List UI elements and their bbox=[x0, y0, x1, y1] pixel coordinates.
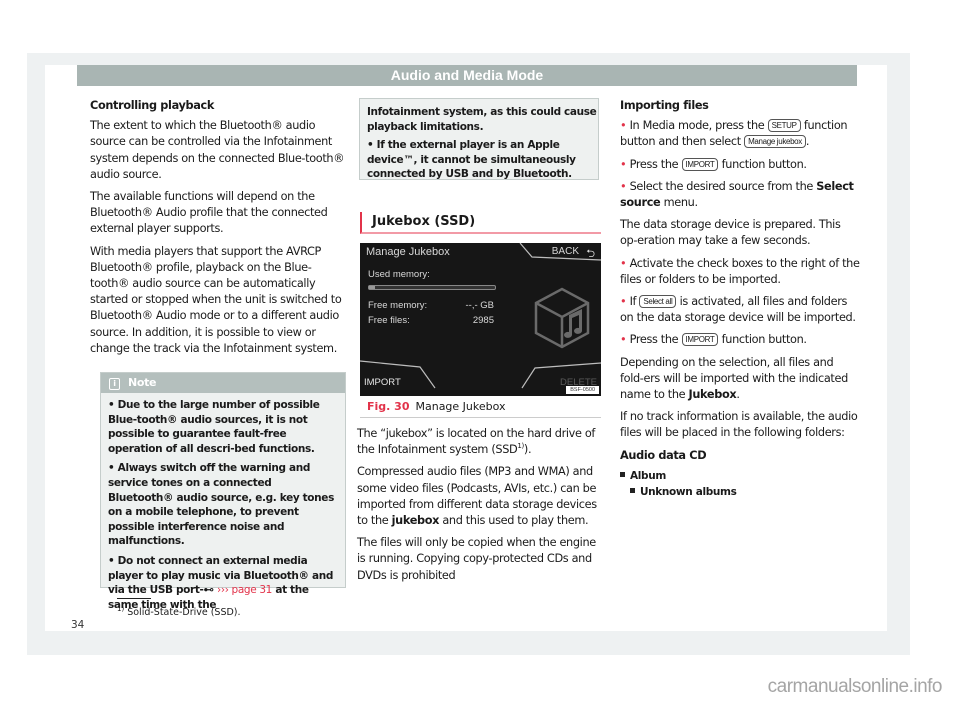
section-title-jukebox: Jukebox (SSD) bbox=[360, 212, 601, 234]
bullet-icon: • bbox=[620, 333, 630, 347]
bullet-icon: • bbox=[620, 157, 630, 171]
note-item: • Due to the large number of possible Bl… bbox=[108, 399, 320, 455]
step: • Press the IMPORT function button. bbox=[620, 157, 807, 171]
paragraph: The “jukebox” is located on the hard dri… bbox=[357, 427, 596, 457]
import-key: IMPORT bbox=[681, 157, 719, 171]
note-body: • Due to the large number of possible Bl… bbox=[101, 393, 345, 612]
back-button[interactable]: BACK bbox=[552, 246, 579, 257]
setup-key: SETUP bbox=[767, 119, 801, 133]
paragraph: If no track information is available, th… bbox=[620, 410, 858, 440]
used-memory-bar bbox=[368, 285, 496, 290]
step: • Press the IMPORT function button. bbox=[620, 333, 807, 347]
bullet-icon: • bbox=[620, 256, 630, 270]
screen-title: Manage Jukebox bbox=[366, 246, 450, 258]
square-bullet-icon bbox=[620, 471, 625, 477]
step: • In Media mode, press the SETUP functio… bbox=[620, 119, 848, 149]
paragraph: Compressed audio files (MP3 and WMA) and… bbox=[357, 465, 597, 528]
free-files-label: Free files: bbox=[368, 315, 410, 326]
step: • Activate the check boxes to the right … bbox=[620, 256, 860, 286]
free-memory-label: Free memory: bbox=[368, 300, 428, 311]
footnote-divider bbox=[117, 598, 151, 599]
free-files-value: 2985 bbox=[472, 315, 494, 326]
import-button[interactable]: IMPORT bbox=[364, 377, 401, 388]
bullet-icon: • bbox=[620, 119, 630, 133]
paragraph: The files will only be copied when the e… bbox=[357, 536, 596, 582]
folder-item: Unknown albums bbox=[620, 484, 860, 500]
heading-audio-data-cd: Audio data CD bbox=[620, 448, 707, 462]
select-all-key: Select all bbox=[639, 295, 677, 309]
note-box: i Note • Due to the large number of possi… bbox=[100, 372, 346, 611]
manage-jukebox-screen: Manage Jukebox BACK ⮌ Used memory: Free … bbox=[360, 243, 601, 396]
used-memory-fill bbox=[369, 286, 376, 289]
note-item: • If the external player is an Apple dev… bbox=[367, 139, 576, 181]
column-3: Importing files • In Media mode, press t… bbox=[620, 98, 860, 500]
back-arrow-icon[interactable]: ⮌ bbox=[586, 245, 595, 264]
folder-list: Album Unknown albums bbox=[620, 468, 860, 500]
manage-jukebox-key: Manage jukebox bbox=[744, 135, 806, 149]
note-item: Infotainment system, as this could cause… bbox=[367, 106, 597, 133]
step: • If Select all is activated, all files … bbox=[620, 295, 856, 325]
page-number: 34 bbox=[71, 619, 85, 631]
paragraph: Depending on the selection, all files an… bbox=[620, 355, 848, 402]
step: • Select the desired source from the Sel… bbox=[620, 179, 854, 210]
footnote: 1) Solid-State-Drive (SSD). bbox=[117, 604, 241, 618]
paragraph: The data storage device is prepared. Thi… bbox=[620, 218, 841, 248]
free-memory-value: --,- GB bbox=[465, 300, 495, 311]
figure-caption-text: Manage Jukebox bbox=[415, 400, 506, 413]
folder-item: Album bbox=[620, 468, 860, 484]
note-label: Note bbox=[128, 376, 157, 389]
paragraph: With media players that support the AVRC… bbox=[90, 244, 342, 355]
note-box-continued: Infotainment system, as this could cause… bbox=[359, 98, 599, 180]
figure-caption: Fig. 30 Manage Jukebox bbox=[360, 396, 601, 418]
heading-controlling-playback: Controlling playback bbox=[90, 99, 215, 112]
note-header: i Note bbox=[101, 373, 345, 393]
note-item: • Always switch off the warning and serv… bbox=[108, 462, 334, 548]
bullet-icon: • bbox=[620, 179, 630, 193]
usb-icon: -⊷ bbox=[199, 584, 217, 597]
heading-importing-files: Importing files bbox=[620, 99, 709, 112]
paragraph: The available functions will depend on t… bbox=[90, 190, 328, 236]
figure-number: Fig. 30 bbox=[367, 400, 410, 413]
watermark: carmanualsonline.info bbox=[767, 676, 943, 697]
chapter-header: Audio and Media Mode bbox=[77, 65, 857, 86]
info-icon: i bbox=[109, 378, 120, 390]
square-bullet-icon bbox=[630, 488, 635, 494]
note-item: • Do not connect an external media playe… bbox=[108, 554, 333, 611]
used-memory-label: Used memory: bbox=[368, 269, 430, 280]
paragraph: The extent to which the Bluetooth® audio… bbox=[90, 119, 345, 181]
page-link[interactable]: ››› page 31 bbox=[217, 584, 272, 596]
bullet-icon: • bbox=[620, 295, 630, 309]
column-2-text: The “jukebox” is located on the hard dri… bbox=[357, 426, 602, 590]
import-key: IMPORT bbox=[681, 333, 719, 347]
column-1: Controlling playback The extent to which… bbox=[90, 98, 345, 363]
figure-code: BSF-0500 bbox=[566, 386, 599, 394]
